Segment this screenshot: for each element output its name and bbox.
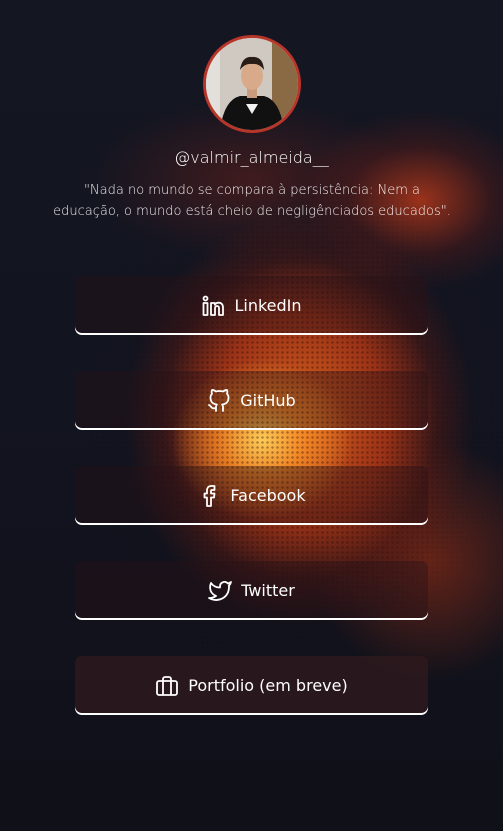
facebook-link-label: Facebook	[230, 486, 306, 505]
portfolio-link-label: Portfolio (em breve)	[188, 676, 348, 695]
linkedin-link-label: LinkedIn	[234, 296, 302, 315]
username: @valmir_almeida__	[174, 148, 329, 167]
twitter-link-label: Twitter	[241, 581, 295, 600]
linkedin-link-button[interactable]: LinkedIn	[75, 276, 428, 335]
profile-quote: "Nada no mundo se compara à persistência…	[53, 183, 451, 219]
briefcase-icon	[155, 674, 179, 698]
facebook-link-button[interactable]: Facebook	[75, 466, 428, 525]
facebook-icon	[197, 484, 221, 508]
links-list: LinkedIn GitHub Facebook Twitter Portfol…	[75, 276, 428, 751]
github-link-button[interactable]: GitHub	[75, 371, 428, 430]
portfolio-link-button[interactable]: Portfolio (em breve)	[75, 656, 428, 715]
github-link-label: GitHub	[240, 391, 296, 410]
github-icon	[207, 388, 231, 413]
twitter-icon	[208, 579, 233, 603]
avatar	[203, 35, 301, 133]
linkedin-icon	[201, 294, 225, 318]
twitter-link-button[interactable]: Twitter	[75, 561, 428, 620]
